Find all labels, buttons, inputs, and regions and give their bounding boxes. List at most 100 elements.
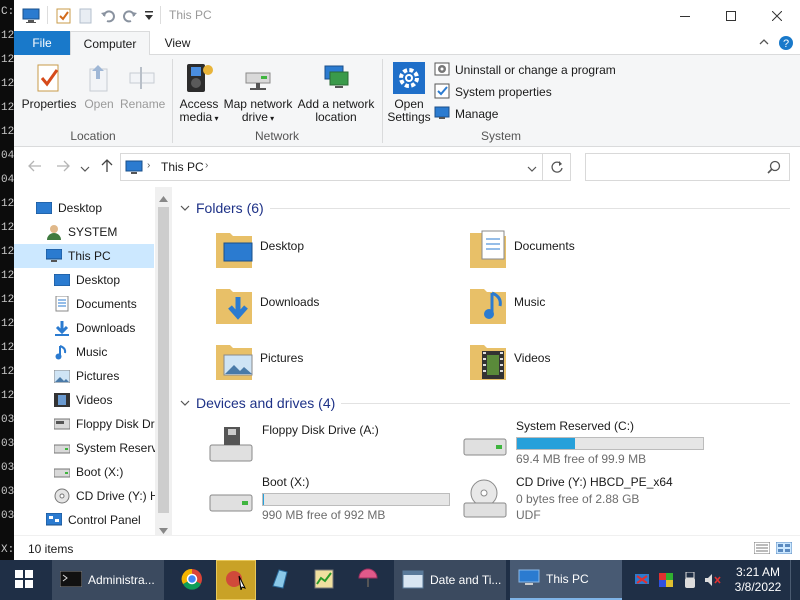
clock-time: 3:21 AM [735,565,781,579]
taskbar-app-2[interactable] [260,560,300,600]
tab-computer[interactable]: Computer [70,31,150,56]
taskbar-this-pc[interactable]: This PC [510,560,622,600]
nav-item-desktop[interactable]: Desktop [36,196,102,220]
tray-display-icon[interactable] [656,560,676,600]
access-media-button[interactable]: Access media ▾ [174,61,224,125]
folder-music[interactable]: Music [468,283,545,330]
refresh-button[interactable] [543,153,571,181]
hard-drive-icon [462,419,508,468]
divider [172,59,173,143]
group-label-system: System [480,129,521,143]
network-location-icon [296,61,376,95]
new-folder-icon[interactable] [78,8,94,27]
back-arrow-icon[interactable] [28,159,42,176]
drive-name: Floppy Disk Drive (A:) [262,423,379,437]
chevron-down-icon[interactable] [527,163,537,177]
nav-item-downloads[interactable]: Downloads [54,316,135,340]
drive-filesystem: UDF [516,508,541,522]
divider [341,402,790,404]
tray-clock[interactable]: 3:21 AM 3/8/2022 [730,560,786,600]
close-button[interactable] [754,0,800,31]
folder-downloads[interactable]: Downloads [214,283,319,330]
maximize-button[interactable] [708,0,754,31]
tray-network-icon[interactable] [632,560,652,600]
navigation-pane: Desktop SYSTEM This PC Desktop Documents… [14,187,172,535]
umbrella-app-icon [357,568,379,593]
drive-cd[interactable]: CD Drive (Y:) HBCD_PE_x64 0 bytes free o… [462,475,673,524]
uninstall-icon [434,61,450,80]
rename-button[interactable]: Rename [120,61,165,111]
taskbar-date-time[interactable]: Date and Ti... [394,560,506,600]
nav-item-documents[interactable]: Documents [54,292,137,316]
nav-item-this-pc[interactable]: This PC [46,244,111,268]
nav-item-system[interactable]: SYSTEM [46,220,117,244]
show-desktop-button[interactable] [790,560,800,600]
nav-item-label: System Reserve [76,441,165,455]
folder-desktop-icon [214,227,254,274]
map-network-drive-button[interactable]: Map network drive ▾ [222,61,294,125]
drives-header[interactable]: Devices and drives (4) [180,395,790,411]
nav-item-label: Music [76,345,108,359]
customize-toolbar-icon[interactable] [144,10,154,25]
up-arrow-icon[interactable] [100,159,114,176]
forward-arrow-icon[interactable] [56,159,70,176]
address-path[interactable]: This PC [161,160,204,174]
open-button[interactable]: Open [80,61,118,111]
search-input[interactable] [585,153,790,181]
taskbar-app-4[interactable] [348,560,388,600]
open-settings-button[interactable]: Open Settings [386,61,432,124]
nav-item-label: Control Panel [68,513,141,527]
scroll-up-icon[interactable] [159,191,168,205]
music-icon [54,345,70,360]
recent-locations-icon[interactable] [80,161,90,177]
taskbar-pinned-app[interactable] [216,560,256,600]
minimize-button[interactable] [662,0,708,31]
taskbar-chrome[interactable] [172,560,212,600]
nav-item-pictures[interactable]: Pictures [54,364,119,388]
undo-icon[interactable] [100,8,116,27]
pc-icon [125,160,143,179]
uninstall-program-button[interactable]: Uninstall or change a program [434,60,616,80]
nav-item-music[interactable]: Music [54,340,107,364]
folder-downloads-icon [214,283,254,330]
tab-view[interactable]: View [150,31,205,55]
add-network-line2: location [315,110,357,124]
nav-item-floppy[interactable]: Floppy Disk Dri [54,412,157,436]
details-view-icon[interactable] [753,541,771,557]
cd-drive-icon [462,475,508,524]
help-icon[interactable]: ? [778,35,794,54]
large-icons-view-icon[interactable] [775,541,793,557]
chevron-up-icon[interactable] [758,36,770,51]
drive-boot[interactable]: Boot (X:) 990 MB free of 992 MB [208,475,450,524]
start-button[interactable] [0,560,48,600]
taskbar: Administra... Date and Ti... This PC 3:2… [0,560,800,600]
properties-icon[interactable] [56,8,72,27]
nav-item-cd-drive[interactable]: CD Drive (Y:) H [54,484,159,508]
folder-videos[interactable]: Videos [468,339,550,386]
drive-floppy[interactable]: Floppy Disk Drive (A:) [208,423,379,468]
tray-usb-icon[interactable] [680,560,700,600]
taskbar-app-3[interactable] [304,560,344,600]
system-properties-button[interactable]: System properties [434,82,552,102]
folder-music-icon [468,283,508,330]
taskbar-administrator[interactable]: Administra... [52,560,164,600]
folder-desktop[interactable]: Desktop [214,227,304,274]
nav-item-boot[interactable]: Boot (X:) [54,460,123,484]
drive-system-reserved[interactable]: System Reserved (C:) 69.4 MB free of 99.… [462,419,704,468]
nav-item-control-panel[interactable]: Control Panel [46,508,141,532]
tab-file[interactable]: File [14,31,70,55]
folders-header[interactable]: Folders (6) [180,200,790,216]
divider [160,6,161,24]
folder-pictures[interactable]: Pictures [214,339,303,386]
nav-scrollbar-thumb[interactable] [158,207,169,513]
tray-volume-muted-icon[interactable] [702,560,724,600]
nav-item-videos[interactable]: Videos [54,388,112,412]
nav-item-desktop-2[interactable]: Desktop [54,268,120,292]
properties-button[interactable]: Properties [20,61,78,111]
address-bar[interactable]: › This PC › [120,153,543,181]
folder-documents[interactable]: Documents [468,227,575,274]
nav-item-system-reserved[interactable]: System Reserve [54,436,164,460]
manage-button[interactable]: Manage [434,104,498,124]
add-network-location-button[interactable]: Add a network location [296,61,376,124]
redo-icon[interactable] [122,8,138,27]
